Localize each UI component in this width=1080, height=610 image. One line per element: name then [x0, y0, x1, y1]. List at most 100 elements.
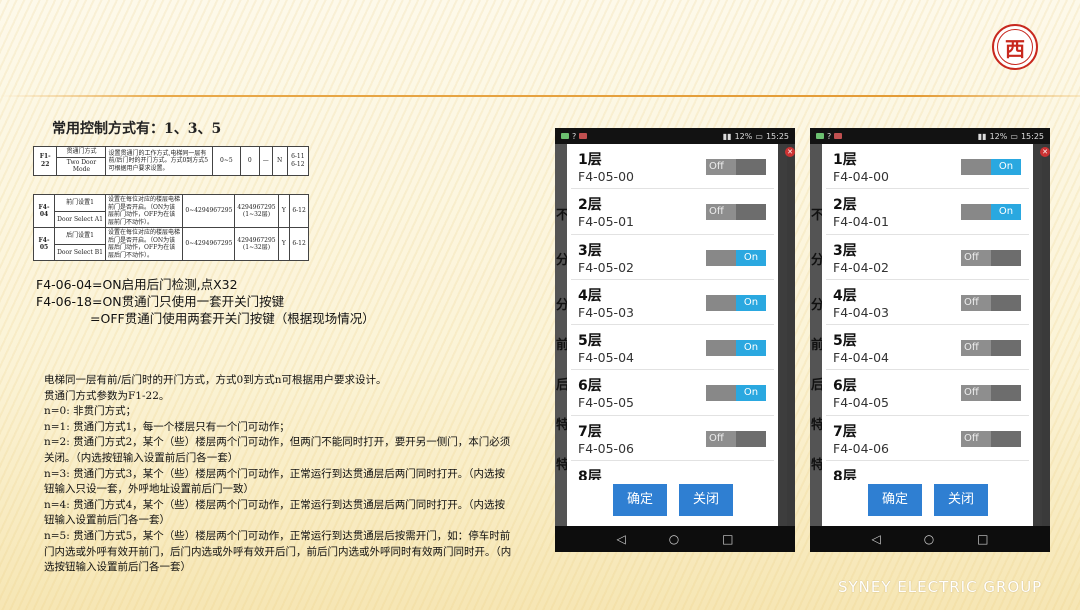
param-bit-code: F4-05-05: [578, 395, 634, 411]
param-name-cn: 贯通门方式: [56, 146, 107, 158]
close-button[interactable]: 关闭: [934, 484, 988, 516]
header-divider: [0, 95, 1080, 97]
floor-label: 3层: [833, 242, 857, 259]
param-table-f1-22: F1-22 贯通门方式 设置贯通门的工作方式,电梯同一层有前/后门时的开门方式。…: [32, 146, 310, 176]
toggle-label: Off: [961, 249, 991, 266]
toggle-label: On: [736, 294, 766, 311]
floor-label: 5层: [833, 333, 857, 350]
floor-label: 1层: [833, 152, 857, 168]
app-screen: 不 分 分 前 后 特 特 ✕ 1层 F4-05-00 Off 2层 F4-05-01 O…: [555, 144, 795, 526]
desc-line: n=4: 贯通门方式4，某个（些）楼层两个门可动作，正常运行到达贯通层后两门同时…: [44, 498, 506, 527]
floor-row: 1层 F4-05-00 Off: [571, 144, 774, 190]
floor-row: 2层 F4-05-01 Off: [571, 189, 774, 235]
toggle-track: [736, 430, 766, 447]
confirm-button[interactable]: 确定: [613, 484, 667, 516]
note-line: F4-06-18=ON贯通门只使用一套开关门按键: [36, 294, 285, 309]
app-icon: [816, 133, 824, 139]
param-range: 0~4294967295: [182, 194, 236, 228]
param-default: 4294967295 (1~32层): [234, 194, 279, 228]
floor-row: 6层 F4-04-05 Off: [826, 370, 1029, 416]
param-name-en: Door Select B1: [54, 243, 107, 261]
toggle-label: Off: [961, 385, 991, 402]
close-icon[interactable]: ✕: [785, 147, 795, 157]
signal-icon: ▮▮: [722, 131, 732, 141]
floor-label: 5层: [578, 333, 602, 350]
back-icon[interactable]: ◁: [616, 532, 625, 546]
floor-row: 6层 F4-05-05 On: [571, 370, 774, 416]
slide-heading: 常用控制方式有：1、3、5: [52, 121, 222, 137]
dialog-buttons: 确定 关闭: [822, 480, 1033, 526]
battery-icon: ▭: [1010, 131, 1018, 141]
app-screen: 不 分 分 前 后 特 特 ✕ 1层 F4-04-00 On 2层 F4-04-01 On…: [810, 144, 1050, 526]
app-icon: [561, 133, 569, 139]
floor-toggle[interactable]: On: [706, 385, 766, 402]
toggle-label: On: [991, 204, 1021, 221]
floor-toggle[interactable]: Off: [961, 249, 1021, 266]
param-flag: Y: [277, 194, 291, 228]
close-button[interactable]: 关闭: [679, 484, 733, 516]
clock: 15:25: [1020, 131, 1044, 141]
background-edge: ✕: [1040, 144, 1050, 526]
param-desc: 设置在每位对应的楼层电梯前门是否开启。（ON为该层前门动作，OFF为在该层前门不…: [105, 194, 184, 228]
toggle-label: On: [736, 385, 766, 402]
desc-line: n=5: 贯通门方式5，某个（些）楼层两个门可动作，正常运行到达贯通层后按需开门…: [44, 529, 512, 574]
floor-toggle[interactable]: On: [706, 294, 766, 311]
floor-row: 7层 F4-05-06 Off: [571, 416, 774, 462]
floor-toggle[interactable]: Off: [706, 159, 766, 175]
floor-row: 1层 F4-04-00 On: [826, 144, 1029, 190]
back-icon[interactable]: ◁: [871, 532, 880, 546]
param-bit-code: F4-05-04: [578, 350, 634, 366]
floor-toggle[interactable]: Off: [961, 430, 1021, 447]
recents-icon[interactable]: □: [722, 532, 733, 546]
status-bar: ? ▮▮ 12% ▭ 15:25: [810, 128, 1050, 144]
param-page: 6-12: [289, 227, 309, 261]
param-flag: Y: [277, 227, 291, 261]
param-bit-code: F4-04-06: [833, 440, 889, 456]
param-page: 6-11 6-12: [286, 146, 310, 176]
toggle-label: Off: [961, 340, 991, 357]
floor-toggle[interactable]: On: [961, 204, 1021, 221]
floor-list: 1层 F4-05-00 Off 2层 F4-05-01 Off 3层 F4-05-02 On 4层…: [567, 144, 778, 480]
toggle-track: [991, 340, 1021, 357]
param-name-cn: 后门设置1: [54, 227, 107, 245]
floor-label: 1层: [578, 152, 602, 168]
background-list: 不 分 分 前 后 特 特: [810, 144, 824, 526]
param-desc: 设置贯通门的工作方式,电梯同一层有前/后门时的开门方式。方式0到方式5可根据用户…: [105, 146, 214, 176]
floor-toggle[interactable]: Off: [961, 385, 1021, 402]
desc-line: 电梯同一层有前/后门时的开门方式，方式0到方式n可根据用户要求设计。: [44, 374, 387, 386]
floor-toggle[interactable]: On: [706, 249, 766, 266]
floor-label: 2层: [578, 197, 602, 214]
question-icon: ?: [827, 131, 832, 141]
floor-toggle[interactable]: On: [961, 159, 1021, 175]
phone-screenshot-rear-door: ? ▮▮ 12% ▭ 15:25 不 分 分 前 后 特 特 ✕ 1层 F4-05-00…: [555, 128, 795, 552]
toggle-track: [736, 204, 766, 221]
floor-label: 8层: [578, 469, 602, 480]
notification-icon: [834, 133, 843, 139]
home-icon[interactable]: ○: [924, 532, 934, 546]
close-icon[interactable]: ✕: [1040, 147, 1050, 157]
status-bar: ? ▮▮ 12% ▭ 15:25: [555, 128, 795, 144]
param-bit-code: F4-04-05: [833, 395, 889, 411]
floor-toggle[interactable]: Off: [706, 430, 766, 447]
floor-toggle[interactable]: Off: [706, 204, 766, 221]
question-icon: ?: [572, 131, 577, 141]
floor-label: 3层: [578, 242, 602, 259]
param-code: F1-22: [32, 146, 58, 176]
toggle-label: Off: [706, 204, 736, 221]
param-bit-code: F4-04-03: [833, 304, 889, 320]
floor-toggle[interactable]: On: [706, 340, 766, 357]
battery-icon: ▭: [755, 131, 763, 141]
param-code: F4-05: [32, 227, 56, 261]
floor-label: 8层: [833, 469, 857, 480]
recents-icon[interactable]: □: [977, 532, 988, 546]
signal-icon: ▮▮: [977, 131, 987, 141]
floor-toggle[interactable]: Off: [961, 340, 1021, 357]
toggle-track: [706, 249, 736, 266]
toggle-track: [991, 430, 1021, 447]
confirm-button[interactable]: 确定: [868, 484, 922, 516]
floor-toggle[interactable]: Off: [961, 294, 1021, 311]
battery-level: 12%: [989, 131, 1008, 141]
toggle-label: Off: [961, 294, 991, 311]
floor-row: 3层 F4-04-02 Off: [826, 235, 1029, 280]
home-icon[interactable]: ○: [669, 532, 679, 546]
